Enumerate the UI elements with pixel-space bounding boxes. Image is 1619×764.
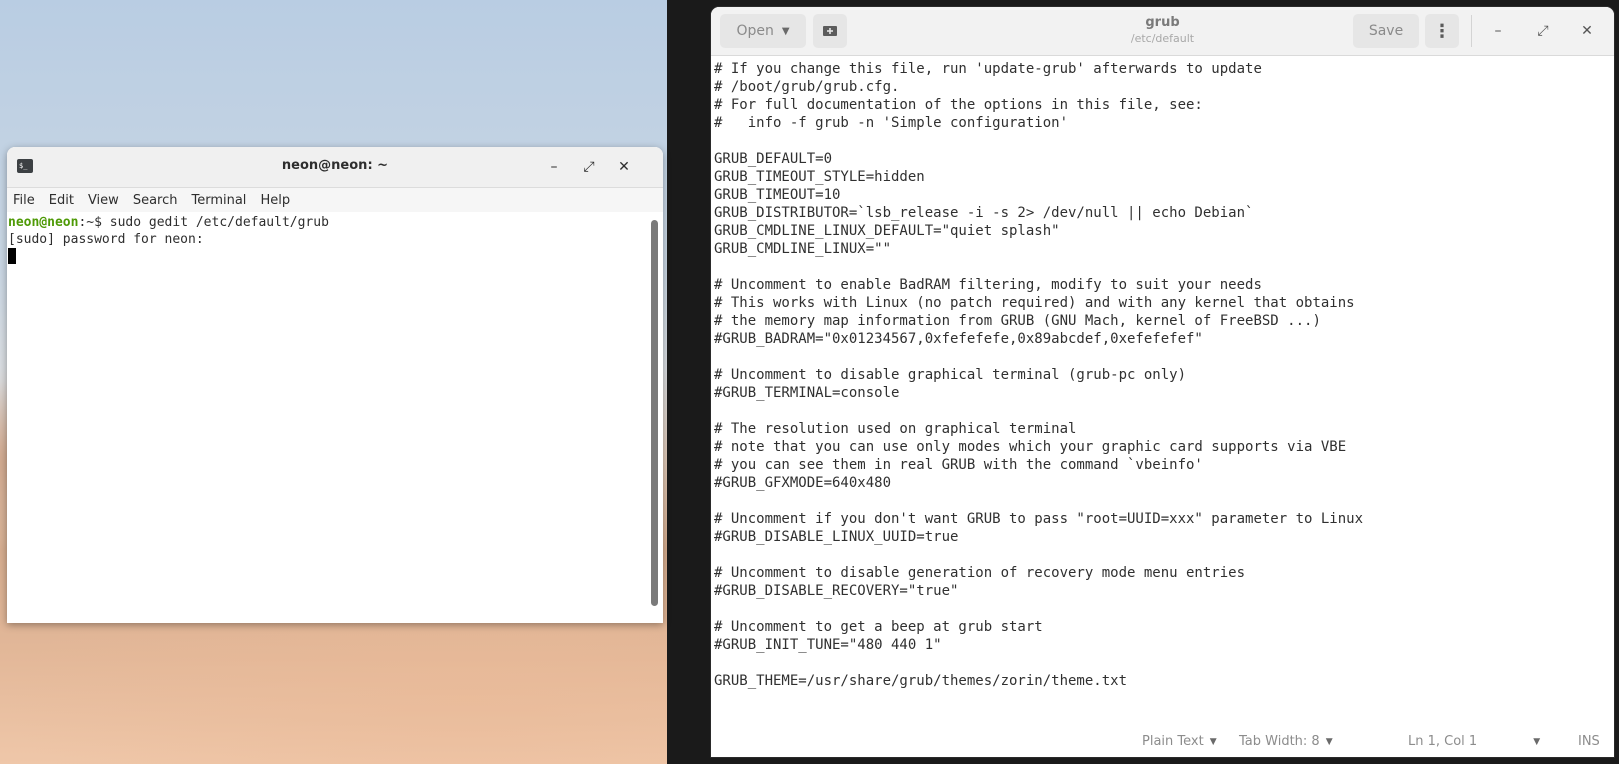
code-line: # The resolution used on graphical termi…	[714, 421, 1077, 437]
text-cursor	[8, 248, 16, 264]
code-line: # For full documentation of the options …	[714, 97, 1203, 113]
menu-terminal[interactable]: Terminal	[191, 193, 254, 208]
code-line: # you can see them in real GRUB with the…	[714, 457, 1203, 473]
code-line: #GRUB_DISABLE_LINUX_UUID=true	[714, 529, 959, 545]
new-document-icon	[823, 26, 837, 36]
code-line: # Uncomment to get a beep at grub start	[714, 619, 1043, 635]
close-icon[interactable]: ✕	[613, 156, 635, 178]
chevron-down-icon: ▼	[1325, 736, 1333, 747]
terminal-window[interactable]: $_ neon@neon: ~ – ⤢ ✕ File Edit View Sea…	[7, 147, 663, 623]
menu-search[interactable]: Search	[133, 193, 186, 208]
code-line: # If you change this file, run 'update-g…	[714, 61, 1262, 77]
code-line: # /boot/grub/grub.cfg.	[714, 79, 900, 95]
code-line: GRUB_TIMEOUT_STYLE=hidden	[714, 169, 925, 185]
menu-edit[interactable]: Edit	[49, 193, 82, 208]
prompt-user: neon@neon	[8, 215, 79, 230]
terminal-scrollbar[interactable]	[651, 220, 658, 606]
terminal-menubar: File Edit View Search Terminal Help	[7, 188, 663, 212]
code-line: GRUB_TIMEOUT=10	[714, 187, 841, 203]
maximize-icon[interactable]: ⤢	[1531, 19, 1555, 43]
code-line: GRUB_THEME=/usr/share/grub/themes/zorin/…	[714, 673, 1128, 689]
terminal-cursor-line	[8, 248, 663, 265]
code-line: #GRUB_INIT_TUNE="480 440 1"	[714, 637, 942, 653]
close-icon[interactable]: ✕	[1575, 19, 1599, 43]
code-line: # Uncomment to disable graphical termina…	[714, 367, 1187, 383]
menu-icon[interactable]: ⋮	[1425, 14, 1459, 48]
insert-mode-indicator[interactable]: INS	[1578, 734, 1600, 749]
code-line: # This works with Linux (no patch requir…	[714, 295, 1355, 311]
tab-width-selector[interactable]: Tab Width: 8 ▼	[1239, 734, 1333, 749]
language-label: Plain Text	[1142, 734, 1204, 749]
code-line: GRUB_CMDLINE_LINUX=""	[714, 241, 892, 257]
open-button[interactable]: Open ▼	[720, 14, 806, 48]
code-line: GRUB_DEFAULT=0	[714, 151, 833, 167]
code-line: # info -f grub -n 'Simple configuration'	[714, 115, 1069, 131]
terminal-titlebar[interactable]: $_ neon@neon: ~ – ⤢ ✕	[7, 147, 663, 188]
header-separator	[1471, 15, 1472, 47]
chevron-down-icon: ▼	[1533, 736, 1541, 747]
maximize-icon[interactable]: ⤢	[578, 156, 600, 178]
prompt-command: :~$ sudo gedit /etc/default/grub	[78, 215, 329, 230]
cursor-position-selector[interactable]: Ln 1, Col 1 ▼	[1408, 734, 1540, 749]
cursor-position-label: Ln 1, Col 1	[1408, 734, 1478, 749]
new-document-button[interactable]	[813, 14, 847, 48]
chevron-down-icon: ▼	[781, 25, 790, 37]
text-editor-area[interactable]: # If you change this file, run 'update-g…	[714, 56, 1614, 725]
code-line: #GRUB_BADRAM="0x01234567,0xfefefefe,0x89…	[714, 331, 1203, 347]
terminal-command-line: neon@neon:~$ sudo gedit /etc/default/gru…	[8, 214, 663, 231]
menu-file[interactable]: File	[13, 193, 43, 208]
code-line: GRUB_CMDLINE_LINUX_DEFAULT="quiet splash…	[714, 223, 1060, 239]
minimize-icon[interactable]: –	[1486, 19, 1510, 43]
code-line: # the memory map information from GRUB (…	[714, 313, 1321, 329]
language-selector[interactable]: Plain Text ▼	[1142, 734, 1217, 749]
chevron-down-icon: ▼	[1209, 736, 1217, 747]
code-line: # Uncomment to disable generation of rec…	[714, 565, 1246, 581]
gedit-headerbar[interactable]: Open ▼ grub /etc/default Save ⋮ – ⤢ ✕	[711, 7, 1614, 56]
statusbar: Plain Text ▼ Tab Width: 8 ▼ Ln 1, Col 1 …	[711, 725, 1614, 757]
save-button[interactable]: Save	[1353, 14, 1419, 48]
code-line: # note that you can use only modes which…	[714, 439, 1347, 455]
menu-view[interactable]: View	[88, 193, 127, 208]
terminal-sudo-prompt: [sudo] password for neon:	[8, 232, 204, 247]
minimize-icon[interactable]: –	[543, 156, 565, 178]
open-button-label: Open	[736, 23, 774, 39]
gedit-window[interactable]: Open ▼ grub /etc/default Save ⋮ – ⤢ ✕ # …	[711, 7, 1614, 757]
code-line: # Uncomment to enable BadRAM filtering, …	[714, 277, 1262, 293]
code-line: GRUB_DISTRIBUTOR=`lsb_release -i -s 2> /…	[714, 205, 1254, 221]
code-line: # Uncomment if you don't want GRUB to pa…	[714, 511, 1364, 527]
code-line: #GRUB_GFXMODE=640x480	[714, 475, 892, 491]
tab-width-label: Tab Width: 8	[1239, 734, 1320, 749]
code-line: #GRUB_TERMINAL=console	[714, 385, 900, 401]
terminal-output[interactable]: neon@neon:~$ sudo gedit /etc/default/gru…	[7, 214, 663, 623]
code-line: #GRUB_DISABLE_RECOVERY="true"	[714, 583, 959, 599]
menu-help[interactable]: Help	[260, 193, 298, 208]
